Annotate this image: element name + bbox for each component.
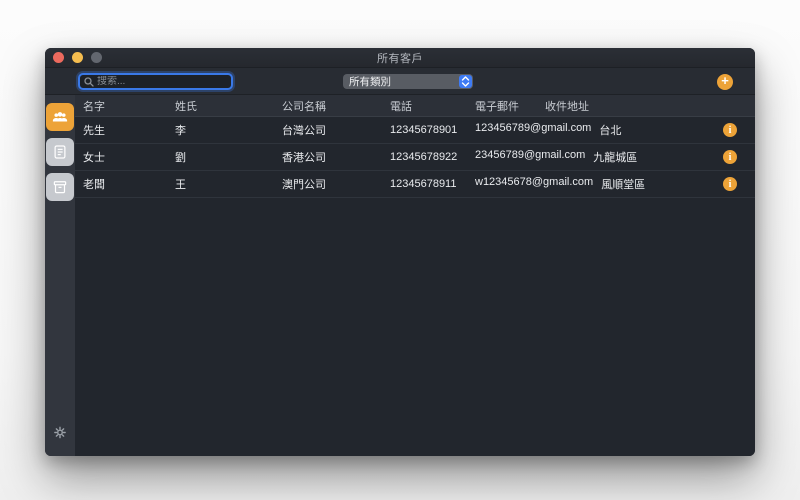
cell-company: 澳門公司 bbox=[282, 179, 326, 191]
settings-button[interactable] bbox=[54, 426, 67, 444]
toolbar: 所有類別 + bbox=[45, 68, 755, 95]
window-titlebar[interactable]: 所有客戶 bbox=[45, 48, 755, 68]
cell-address: 九龍城區 bbox=[593, 152, 638, 164]
info-icon: i bbox=[728, 124, 732, 136]
sidebar-item-archive[interactable] bbox=[46, 173, 74, 201]
table-row[interactable]: 老闆 王 澳門公司 12345678911 w12345678@gmail.co… bbox=[75, 171, 755, 198]
cell-first-name: 女士 bbox=[83, 152, 105, 164]
traffic-lights bbox=[53, 48, 102, 67]
table-header-row: 名字 姓氏 公司名稱 電話 電子郵件 收件地址 bbox=[75, 95, 755, 117]
sidebar-item-invoices[interactable] bbox=[46, 138, 74, 166]
gear-icon bbox=[54, 426, 66, 439]
popup-chevrons-icon bbox=[459, 75, 472, 88]
cell-email: 23456789@gmail.com bbox=[475, 149, 586, 161]
search-field[interactable] bbox=[78, 73, 233, 90]
table-row[interactable]: 先生 李 台灣公司 12345678901 123456789@gmail.co… bbox=[75, 117, 755, 144]
header-phone[interactable]: 電話 bbox=[390, 98, 475, 114]
plus-icon: + bbox=[721, 73, 729, 88]
table-body: 先生 李 台灣公司 12345678901 123456789@gmail.co… bbox=[75, 117, 755, 198]
window-title: 所有客戶 bbox=[377, 52, 423, 65]
cell-address: 台北 bbox=[599, 125, 622, 137]
zoom-button[interactable] bbox=[91, 52, 102, 63]
sidebar bbox=[45, 95, 75, 456]
info-icon: i bbox=[728, 178, 732, 190]
search-icon bbox=[84, 76, 94, 87]
cell-last-name: 李 bbox=[175, 125, 186, 137]
cell-first-name: 老闆 bbox=[83, 179, 105, 191]
cell-email: w12345678@gmail.com bbox=[475, 176, 594, 188]
info-button[interactable]: i bbox=[723, 123, 737, 137]
cell-phone: 12345678901 bbox=[390, 124, 458, 136]
cell-first-name: 先生 bbox=[83, 125, 105, 137]
customer-table: 名字 姓氏 公司名稱 電話 電子郵件 收件地址 先生 李 台灣公司 123456… bbox=[75, 95, 755, 456]
minimize-button[interactable] bbox=[72, 52, 83, 63]
cell-email: 123456789@gmail.com bbox=[475, 122, 592, 134]
people-icon bbox=[52, 112, 68, 122]
header-company[interactable]: 公司名稱 bbox=[282, 98, 390, 114]
category-select[interactable]: 所有類別 bbox=[343, 74, 473, 89]
info-button[interactable]: i bbox=[723, 177, 737, 191]
document-list-icon bbox=[54, 145, 66, 159]
info-button[interactable]: i bbox=[723, 150, 737, 164]
content-area: 名字 姓氏 公司名稱 電話 電子郵件 收件地址 先生 李 台灣公司 123456… bbox=[45, 95, 755, 456]
box-icon bbox=[53, 181, 67, 194]
app-window: 所有客戶 所有類別 + bbox=[45, 48, 755, 456]
cell-phone: 12345678911 bbox=[390, 178, 457, 190]
cell-company: 香港公司 bbox=[282, 152, 326, 164]
info-icon: i bbox=[728, 151, 732, 163]
header-email[interactable]: 電子郵件 bbox=[475, 98, 545, 114]
cell-address: 風順堂區 bbox=[601, 179, 646, 191]
header-address[interactable]: 收件地址 bbox=[545, 98, 755, 114]
category-selected-label: 所有類別 bbox=[349, 76, 391, 88]
table-row[interactable]: 女士 劉 香港公司 12345678922 23456789@gmail.com… bbox=[75, 144, 755, 171]
cell-phone: 12345678922 bbox=[390, 151, 458, 163]
close-button[interactable] bbox=[53, 52, 64, 63]
cell-company: 台灣公司 bbox=[282, 125, 326, 137]
add-customer-button[interactable]: + bbox=[717, 74, 733, 90]
sidebar-item-customers[interactable] bbox=[46, 103, 74, 131]
cell-last-name: 王 bbox=[175, 179, 186, 191]
search-input[interactable] bbox=[97, 76, 227, 87]
cell-last-name: 劉 bbox=[175, 152, 186, 164]
header-last-name[interactable]: 姓氏 bbox=[175, 98, 282, 114]
header-first-name[interactable]: 名字 bbox=[83, 98, 175, 114]
